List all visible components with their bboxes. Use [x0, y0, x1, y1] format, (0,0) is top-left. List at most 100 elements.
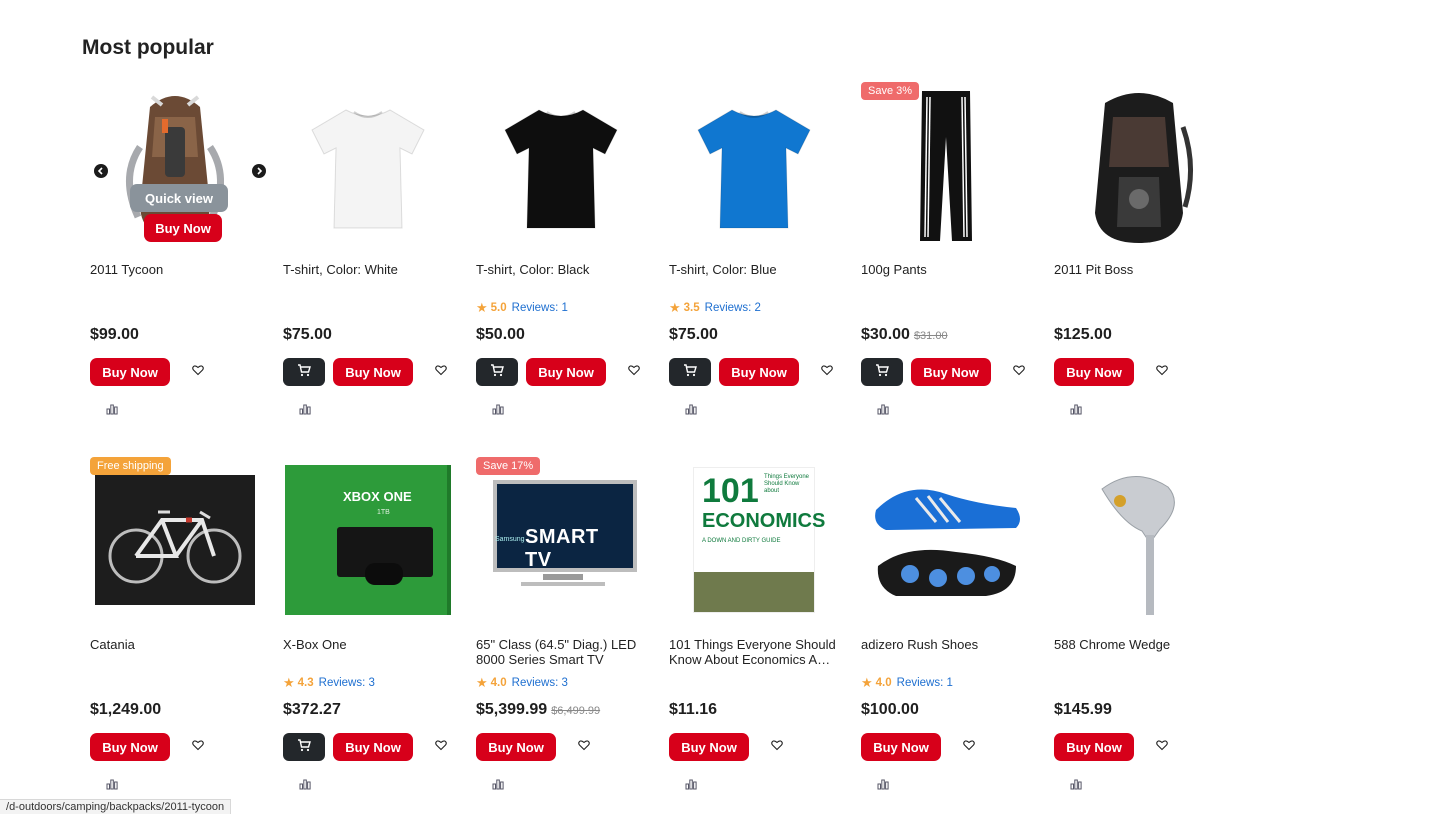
buy-now-button[interactable]: Buy Now	[911, 358, 991, 386]
product-image[interactable]	[1054, 455, 1224, 625]
product-actions: Buy Now	[861, 358, 1033, 386]
compare-button[interactable]	[877, 402, 889, 420]
current-price: $100.00	[861, 701, 919, 718]
wishlist-button[interactable]	[620, 358, 648, 386]
compare-button[interactable]	[299, 402, 311, 420]
carousel-next-button[interactable]	[252, 164, 266, 178]
buy-now-button[interactable]: Buy Now	[476, 733, 556, 761]
compare-icon	[685, 402, 697, 419]
product-title[interactable]: 101 Things Everyone Should Know About Ec…	[669, 637, 841, 667]
product-rating: ★ 4.0 Reviews: 3	[476, 675, 568, 691]
heart-icon	[192, 363, 204, 381]
product-title[interactable]: T-shirt, Color: Blue	[669, 262, 841, 277]
product-image[interactable]	[1054, 82, 1224, 252]
buy-now-button[interactable]: Buy Now	[719, 358, 799, 386]
reviews-link[interactable]: Reviews: 2	[705, 302, 761, 314]
quick-view-button[interactable]: Quick view	[130, 184, 228, 212]
wishlist-button[interactable]	[1148, 733, 1176, 761]
buy-now-button[interactable]: Buy Now	[90, 358, 170, 386]
product-title[interactable]: 100g Pants	[861, 262, 1033, 277]
compare-button[interactable]	[1070, 402, 1082, 420]
compare-button[interactable]	[685, 402, 697, 420]
star-icon: ★	[283, 675, 295, 690]
buy-now-button[interactable]: Buy Now	[90, 733, 170, 761]
heart-icon	[435, 363, 447, 381]
compare-button[interactable]	[877, 777, 889, 795]
compare-icon	[106, 777, 118, 794]
product-title[interactable]: X-Box One	[283, 637, 455, 652]
product-image[interactable]	[90, 455, 260, 625]
tv-screen-text: SMART TV	[525, 526, 599, 571]
product-image[interactable]: XBOX ONE 1TB	[283, 455, 453, 625]
wishlist-button[interactable]	[955, 733, 983, 761]
wishlist-button[interactable]	[570, 733, 598, 761]
wishlist-button[interactable]	[1005, 358, 1033, 386]
product-title[interactable]: Catania	[90, 637, 262, 652]
add-to-cart-button[interactable]	[283, 733, 325, 761]
current-price: $11.16	[669, 701, 718, 718]
product-image[interactable]	[861, 455, 1031, 625]
star-icon: ★	[476, 675, 488, 690]
buy-now-button[interactable]: Buy Now	[526, 358, 606, 386]
product-title[interactable]: 2011 Pit Boss	[1054, 262, 1226, 277]
product-price: $30.00 $31.00	[861, 326, 948, 344]
compare-button[interactable]	[685, 777, 697, 795]
product-actions: Buy Now	[90, 733, 212, 761]
add-to-cart-button[interactable]	[669, 358, 711, 386]
reviews-link[interactable]: Reviews: 1	[897, 677, 953, 689]
heart-icon	[435, 738, 447, 756]
compare-button[interactable]	[492, 402, 504, 420]
product-image[interactable]	[669, 82, 839, 252]
cart-icon	[297, 363, 311, 382]
buy-now-button[interactable]: Buy Now	[861, 733, 941, 761]
compare-button[interactable]	[106, 402, 118, 420]
buy-now-button[interactable]: Buy Now	[1054, 733, 1134, 761]
product-title[interactable]: adizero Rush Shoes	[861, 637, 1033, 652]
product-image[interactable]	[283, 82, 453, 252]
compare-icon	[492, 402, 504, 419]
buy-now-button[interactable]: Buy Now	[333, 358, 413, 386]
wishlist-button[interactable]	[427, 733, 455, 761]
overlay-buy-now-button[interactable]: Buy Now	[144, 214, 222, 242]
product-title[interactable]: 588 Chrome Wedge	[1054, 637, 1226, 652]
current-price: $145.99	[1054, 701, 1112, 718]
reviews-link[interactable]: Reviews: 1	[512, 302, 568, 314]
compare-button[interactable]	[492, 777, 504, 795]
wishlist-button[interactable]	[1148, 358, 1176, 386]
wishlist-button[interactable]	[813, 358, 841, 386]
product-image[interactable]: SMART TV Samsung	[476, 455, 646, 625]
compare-button[interactable]	[1070, 777, 1082, 795]
buy-now-button[interactable]: Buy Now	[669, 733, 749, 761]
current-price: $99.00	[90, 326, 139, 343]
buy-now-button[interactable]: Buy Now	[333, 733, 413, 761]
compare-icon	[106, 402, 118, 419]
product-image[interactable]: 101 Things Everyone Should Know about EC…	[669, 455, 839, 625]
buy-now-button[interactable]: Buy Now	[1054, 358, 1134, 386]
compare-button[interactable]	[299, 777, 311, 795]
reviews-link[interactable]: Reviews: 3	[319, 677, 375, 689]
product-badge: Free shipping	[90, 457, 171, 475]
product-title[interactable]: T-shirt, Color: White	[283, 262, 455, 277]
wishlist-button[interactable]	[184, 733, 212, 761]
add-to-cart-button[interactable]	[476, 358, 518, 386]
compare-button[interactable]	[106, 777, 118, 795]
reviews-link[interactable]: Reviews: 3	[512, 677, 568, 689]
compare-icon	[877, 402, 889, 419]
product-title[interactable]: 65" Class (64.5" Diag.) LED 8000 Series …	[476, 637, 648, 667]
product-title[interactable]: 2011 Tycoon	[90, 262, 262, 277]
wishlist-button[interactable]	[427, 358, 455, 386]
wishlist-button[interactable]	[184, 358, 212, 386]
add-to-cart-button[interactable]	[283, 358, 325, 386]
add-to-cart-button[interactable]	[861, 358, 903, 386]
product-price: $100.00	[861, 701, 919, 719]
carousel-prev-button[interactable]	[94, 164, 108, 178]
product-image[interactable]	[861, 82, 1031, 252]
product-actions: Buy Now	[861, 733, 983, 761]
heart-icon	[771, 738, 783, 756]
wishlist-button[interactable]	[763, 733, 791, 761]
compare-icon	[299, 777, 311, 794]
product-image[interactable]	[476, 82, 646, 252]
product-title[interactable]: T-shirt, Color: Black	[476, 262, 648, 277]
product-rating: ★ 3.5 Reviews: 2	[669, 300, 761, 316]
book-side-text: Things Everyone Should Know about	[764, 474, 810, 494]
